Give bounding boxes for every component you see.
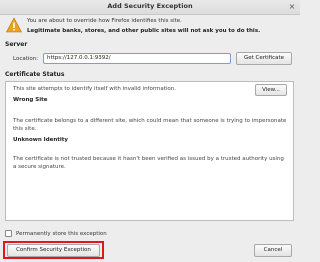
warning-icon (6, 17, 22, 33)
permanent-store-label[interactable]: Permanently store this exception (16, 231, 107, 237)
permanent-store-checkbox[interactable] (5, 230, 12, 237)
certificate-status-label: Certificate Status (5, 71, 65, 78)
unknown-identity-text: The certificate is not trusted because i… (13, 156, 284, 170)
get-certificate-button[interactable]: Get Certificate (236, 52, 292, 65)
location-input[interactable]: https://127.0.0.1:9392/ (43, 53, 231, 64)
wrong-site-heading: Wrong Site (13, 97, 48, 103)
confirm-highlight-box (3, 241, 104, 259)
add-security-exception-dialog: Add Security Exception × You are about t… (0, 0, 300, 262)
view-button[interactable]: View... (255, 84, 287, 96)
wrong-site-text: The certificate belongs to a different s… (13, 118, 287, 132)
unknown-identity-heading: Unknown Identity (13, 137, 69, 143)
dialog-title: Add Security Exception (107, 2, 193, 10)
status-intro-text: This site attempts to identify itself wi… (13, 86, 177, 92)
close-button[interactable]: × (288, 3, 296, 11)
cancel-button[interactable]: Cancel (254, 244, 292, 257)
certificate-status-panel: This site attempts to identify itself wi… (5, 81, 294, 221)
warning-text: You are about to override how Firefox id… (27, 18, 182, 24)
title-bar[interactable]: Add Security Exception × (0, 0, 300, 15)
warning-bold-text: Legitimate banks, stores, and other publ… (27, 28, 261, 34)
server-section-label: Server (5, 41, 28, 48)
location-label: Location: (13, 56, 39, 62)
